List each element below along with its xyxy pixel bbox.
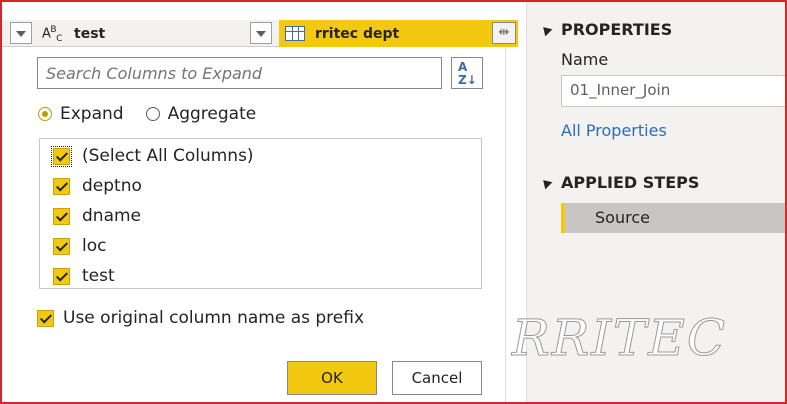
applied-steps-title: APPLIED STEPS [561, 173, 700, 192]
applied-steps-section-header[interactable]: APPLIED STEPS [539, 173, 700, 192]
list-item-select-all[interactable]: (Select All Columns) [51, 145, 254, 167]
list-item-test[interactable]: test [53, 265, 115, 287]
list-item-label: dname [82, 206, 142, 226]
list-item-loc[interactable]: loc [53, 235, 106, 257]
table-icon [285, 26, 305, 41]
checkbox-dname[interactable] [53, 207, 70, 225]
ok-button[interactable]: OK [287, 361, 377, 395]
checkbox-test[interactable] [53, 267, 70, 285]
column-header-label: rritec dept [315, 26, 400, 42]
list-item-label: loc [82, 236, 107, 256]
mode-radio-group: Expand Aggregate [38, 104, 278, 124]
list-item-label: (Select All Columns) [82, 146, 254, 166]
properties-section-header[interactable]: PROPERTIES [539, 20, 673, 39]
row-dropdown-button[interactable] [10, 22, 32, 44]
name-label: Name [561, 50, 609, 69]
all-properties-link[interactable]: All Properties [561, 121, 667, 140]
column-filter-dropdown[interactable] [250, 22, 272, 44]
cancel-button[interactable]: Cancel [392, 361, 482, 395]
collapse-triangle-icon [539, 176, 553, 189]
column-header-rritec-dept[interactable]: rritec dept ⇹ [279, 20, 518, 47]
expand-columns-dialog: AZ↓ Expand Aggregate (Select All Columns… [20, 47, 505, 404]
list-item-label: test [82, 266, 115, 286]
properties-title: PROPERTIES [561, 20, 673, 39]
column-header-test[interactable]: test [74, 26, 105, 42]
watermark-logo: RRITEC [511, 309, 728, 368]
applied-step-source[interactable]: Source [561, 203, 787, 233]
checkbox-select-all[interactable] [51, 145, 72, 167]
radio-selected-icon [38, 107, 52, 121]
column-header-strip: ABC test rritec dept ⇹ [2, 20, 518, 47]
columns-list: (Select All Columns) deptno dname loc te… [39, 138, 482, 289]
expand-columns-icon[interactable]: ⇹ [492, 22, 516, 44]
search-columns-input[interactable] [37, 57, 442, 89]
text-type-icon: ABC [42, 25, 62, 44]
radio-aggregate[interactable]: Aggregate [145, 104, 257, 124]
query-name-input[interactable]: 01_Inner_Join [561, 75, 787, 107]
prefix-option[interactable]: Use original column name as prefix [37, 308, 364, 328]
list-item-deptno[interactable]: deptno [53, 175, 142, 197]
list-item-label: deptno [82, 176, 142, 196]
radio-unselected-icon [145, 107, 160, 121]
radio-expand[interactable]: Expand [38, 104, 124, 124]
list-item-dname[interactable]: dname [53, 205, 141, 227]
collapse-triangle-icon [539, 23, 553, 36]
left-divider [0, 47, 2, 404]
radio-aggregate-label: Aggregate [167, 104, 257, 124]
checkbox-prefix[interactable] [37, 309, 54, 327]
prefix-label: Use original column name as prefix [63, 308, 365, 328]
sort-az-button[interactable]: A Z↓ [451, 57, 483, 89]
radio-expand-label: Expand [60, 104, 124, 124]
checkbox-deptno[interactable] [53, 177, 70, 195]
checkbox-loc[interactable] [53, 237, 70, 255]
